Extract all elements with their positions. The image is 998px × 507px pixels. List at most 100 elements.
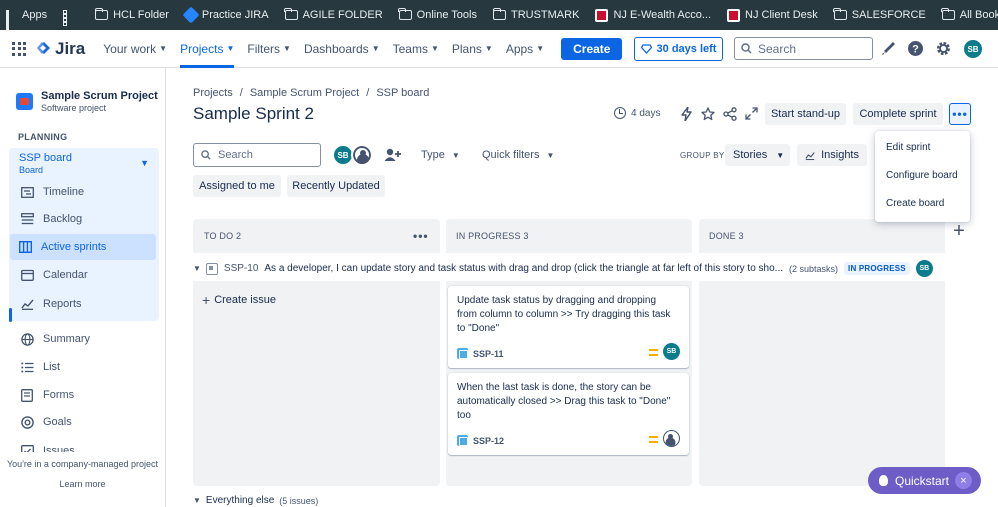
chevron-down-icon: ▼ [776,150,785,160]
bookmark-agile-folder[interactable]: AGILE FOLDER [284,8,383,21]
bookmark-trustmark[interactable]: TRUSTMARK [492,8,579,21]
bookmark-tab-groups[interactable] [63,9,79,26]
lightning-automation-icon[interactable] [679,106,694,121]
swimlane-story-row[interactable]: ▼ SSP-10 As a developer, I can update st… [193,260,933,277]
type-filter-dropdown[interactable]: Type ▼ [421,149,460,161]
app-switcher-icon[interactable] [12,41,26,56]
column-header-todo: TO DO 2 [204,231,242,241]
add-people-icon[interactable] [383,146,403,166]
nav-apps[interactable]: Apps ▼ [506,30,544,68]
menu-item-edit-sprint[interactable]: Edit sprint [875,137,970,165]
global-search-input[interactable]: Search [734,37,873,60]
nav-projects[interactable]: Projects ▼ [180,30,235,68]
bookmark-nj-client-desk[interactable]: NJ Client Desk [727,8,818,22]
bookmark-online-tools[interactable]: Online Tools [398,8,477,21]
card-summary: When the last task is done, the story ca… [457,382,671,421]
more-actions-button[interactable]: ••• [949,103,971,125]
sidebar-item-timeline[interactable]: Timeline [12,179,157,205]
chevron-down-icon[interactable]: ▼ [193,264,201,273]
help-icon[interactable]: ? [907,40,924,57]
priority-medium-icon [649,349,658,356]
fullscreen-icon[interactable] [744,106,759,121]
issue-card[interactable]: When the last task is done, the story ca… [448,373,689,455]
sidebar-item-active-sprints[interactable]: Active sprints [10,234,156,260]
create-issue-button[interactable]: + Create issue [202,292,276,308]
sidebar-item-goals[interactable]: Goals [12,409,157,435]
learn-more-link[interactable]: Learn more [0,479,165,489]
chevron-down-icon: ▼ [283,44,291,53]
folder-icon [492,8,506,20]
card-key[interactable]: SSP-11 [473,349,504,359]
sidebar-item-reports[interactable]: Reports [12,291,157,317]
project-header[interactable]: Sample Scrum Project Software project [16,90,158,113]
start-standup-button[interactable]: Start stand-up [765,103,846,125]
jira-logo[interactable]: Jira [36,39,85,59]
quick-filters-dropdown[interactable]: Quick filters ▼ [482,149,554,161]
breadcrumb-board[interactable]: SSP board [376,87,429,99]
nav-teams[interactable]: Teams ▼ [393,30,439,68]
planning-section-label: PLANNING [18,132,68,142]
card-key[interactable]: SSP-12 [473,436,504,446]
star-icon[interactable] [700,106,715,121]
sidebar-item-calendar[interactable]: Calendar [12,262,157,288]
assigned-to-me-filter[interactable]: Assigned to me [193,175,281,197]
card-summary: Update task status by dragging and dropp… [457,295,671,334]
story-assignee-avatar[interactable]: SB [915,260,933,277]
create-button[interactable]: Create [561,37,623,60]
board-selector[interactable]: SSP board Board [19,152,72,175]
chevron-down-icon[interactable]: ▼ [140,158,149,168]
complete-sprint-button[interactable]: Complete sprint [853,103,943,125]
chevron-down-icon: ▼ [371,44,380,53]
notifications-icon[interactable] [880,40,897,57]
svg-text:?: ? [912,44,919,56]
sidebar-item-forms[interactable]: Forms [12,382,157,408]
sidebar-item-backlog[interactable]: Backlog [12,206,157,232]
profile-avatar[interactable]: SB [964,40,982,58]
chevron-down-icon: ▼ [451,150,460,160]
bookmark-salesforce[interactable]: SALESFORCE [833,8,926,21]
task-type-icon [457,348,468,359]
page-title: Sample Sprint 2 [193,104,314,123]
column-header-in-progress: IN PROGRESS 3 [456,231,529,241]
bookmark-nj-ewealth[interactable]: NJ E-Wealth Acco... [595,8,711,22]
group-by-dropdown[interactable]: Stories ▼ [725,144,790,166]
bookmark-all[interactable]: All Bookmarks [941,8,998,21]
nav-plans[interactable]: Plans ▼ [452,30,493,68]
issue-card[interactable]: Update task status by dragging and dropp… [448,286,689,368]
add-column-button[interactable]: + [948,220,970,242]
nav-dashboards[interactable]: Dashboards ▼ [304,30,380,68]
breadcrumb-project[interactable]: Sample Scrum Project [250,87,359,99]
share-icon[interactable] [722,106,737,121]
unassigned-avatar-icon[interactable] [663,430,680,447]
backlog-icon [20,212,34,226]
trial-days-left-button[interactable]: 30 days left [634,37,723,61]
clock-icon [614,107,626,119]
breadcrumb-projects[interactable]: Projects [193,87,233,99]
folder-icon [398,8,412,20]
issue-count: (5 issues) [279,495,319,506]
quickstart-close-button[interactable]: × [955,472,972,489]
sidebar-item-summary[interactable]: Summary [12,326,157,352]
nav-filters[interactable]: Filters ▼ [247,30,291,68]
everything-else-swimlane[interactable]: ▼ Everything else (5 issues) [193,495,318,506]
column-more-button[interactable]: ••• [413,229,429,243]
story-type-icon [205,262,218,275]
menu-item-configure-board[interactable]: Configure board [875,165,970,193]
bookmark-apps[interactable]: Apps [6,9,47,37]
chevron-down-icon: ▼ [536,44,545,53]
insights-button[interactable]: Insights [797,144,867,166]
settings-gear-icon[interactable] [935,40,952,57]
calendar-icon [20,268,34,282]
avatar-filter-unassigned[interactable] [351,144,373,166]
story-key[interactable]: SSP-10 [224,263,258,274]
bookmark-hcl-folder[interactable]: HCL Folder [94,8,169,21]
bookmark-practice-jira[interactable]: Practice JIRA [182,6,269,24]
menu-item-create-board[interactable]: Create board [875,193,970,221]
card-assignee-avatar[interactable]: SB [663,343,680,360]
recently-updated-filter[interactable]: Recently Updated [287,175,385,197]
sprint-days-remaining[interactable]: 4 days [614,107,660,119]
nav-your-work[interactable]: Your work ▼ [103,30,167,68]
board-search-input[interactable]: Search [193,143,321,167]
sidebar-item-list[interactable]: List [12,354,157,380]
folder-icon [284,8,298,20]
